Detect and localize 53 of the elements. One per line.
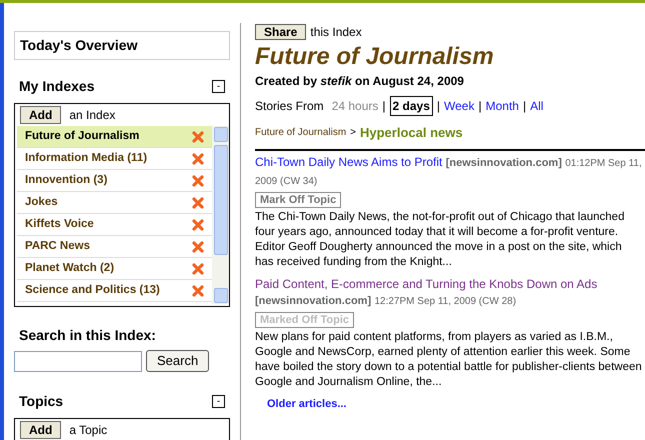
overview-panel[interactable]: Today's Overview: [14, 31, 230, 60]
delete-icon[interactable]: [192, 284, 204, 296]
section-title: Topics: [19, 392, 64, 411]
stories-label: Stories From: [255, 98, 324, 115]
separator-text: |: [382, 98, 386, 115]
delete-icon[interactable]: [192, 196, 204, 208]
created-line: Created by stefik on August 24, 2009: [255, 73, 465, 90]
search-button[interactable]: Search: [146, 350, 210, 372]
add-label: a Topic: [69, 422, 108, 439]
index-item[interactable]: Science and Politics (13): [17, 280, 212, 302]
add-button[interactable]: Add: [20, 106, 62, 124]
index-item[interactable]: PARC News: [17, 236, 212, 258]
time-filter-link[interactable]: Week: [444, 97, 474, 115]
time-filter-link[interactable]: All: [530, 97, 544, 115]
add-label: an Index: [69, 107, 116, 124]
index-item[interactable]: Jokes: [17, 192, 212, 214]
section-title: My Indexes: [19, 77, 94, 96]
delete-icon[interactable]: [192, 218, 204, 230]
breadcrumb-separator: >: [350, 126, 356, 140]
separator-text: |: [436, 98, 440, 115]
delete-icon[interactable]: [192, 262, 204, 274]
article-summary: New plans for paid content platforms, from players as varied as I.B.M., Google and NewsCorp, earned plenty of attention earlier this week. Some have boiled the story down to a potential battle for publisher-clients between Google and Journalism Online, the...: [255, 330, 643, 390]
article-summary: The Chi-Town Daily News, the not-for-profit out of Chicago that launched four years ago, announced today that it will become a for-profit venture. Editor Geoff Dougherty announced the move in a post on the site, which has received funding from the Knight...: [255, 210, 626, 270]
separator-text: |: [478, 98, 482, 115]
share-label: this Index: [310, 24, 362, 41]
delete-icon[interactable]: [192, 152, 204, 164]
scrollbar[interactable]: [212, 126, 229, 304]
search-field[interactable]: [14, 350, 142, 372]
mark-off-topic-button[interactable]: Mark Off Topic: [255, 192, 342, 208]
index-item[interactable]: Kiffets Voice: [17, 214, 212, 236]
older-articles-link[interactable]: Older articles...: [267, 396, 346, 412]
index-title: Future of Journalism: [255, 42, 495, 72]
index-item[interactable]: Future of Journalism: [17, 126, 212, 148]
article-heading: Chi-Town Daily News Aims to Profit [newsinnovation.com] 01:12PM Sep 11, 2009 (CW 34): [255, 154, 643, 188]
index-item[interactable]: Information Media (11): [17, 148, 212, 170]
delete-icon[interactable]: [192, 240, 204, 252]
time-filter-link[interactable]: Month: [486, 97, 519, 115]
collapse-button[interactable]: -: [212, 80, 225, 93]
delete-icon[interactable]: [192, 130, 204, 142]
article-link[interactable]: Paid Content, E-commerce and Turning the Knobs Down on Ads: [255, 276, 598, 290]
share-button[interactable]: Share: [255, 24, 306, 40]
index-item[interactable]: Planet Watch (2): [17, 258, 212, 280]
section-title: Search in this Index:: [18, 326, 157, 345]
article-link[interactable]: Chi-Town Daily News Aims to Profit: [255, 154, 442, 168]
index-item[interactable]: Innovention (3): [17, 170, 212, 192]
collapse-button[interactable]: -: [212, 395, 225, 408]
time-filter-link[interactable]: 2 days: [390, 96, 433, 116]
breadcrumb-link[interactable]: Future of Journalism: [255, 125, 346, 140]
delete-icon[interactable]: [192, 174, 204, 186]
separator-text: |: [522, 98, 526, 115]
add-button[interactable]: Add: [20, 421, 62, 439]
article-heading: Paid Content, E-commerce and Turning the Knobs Down on Ads [newsinnovation.com] 12:27PM Sep 11, 2009 (CW 28): [255, 276, 598, 308]
breadcrumb-current: Hyperlocal news: [360, 124, 463, 142]
